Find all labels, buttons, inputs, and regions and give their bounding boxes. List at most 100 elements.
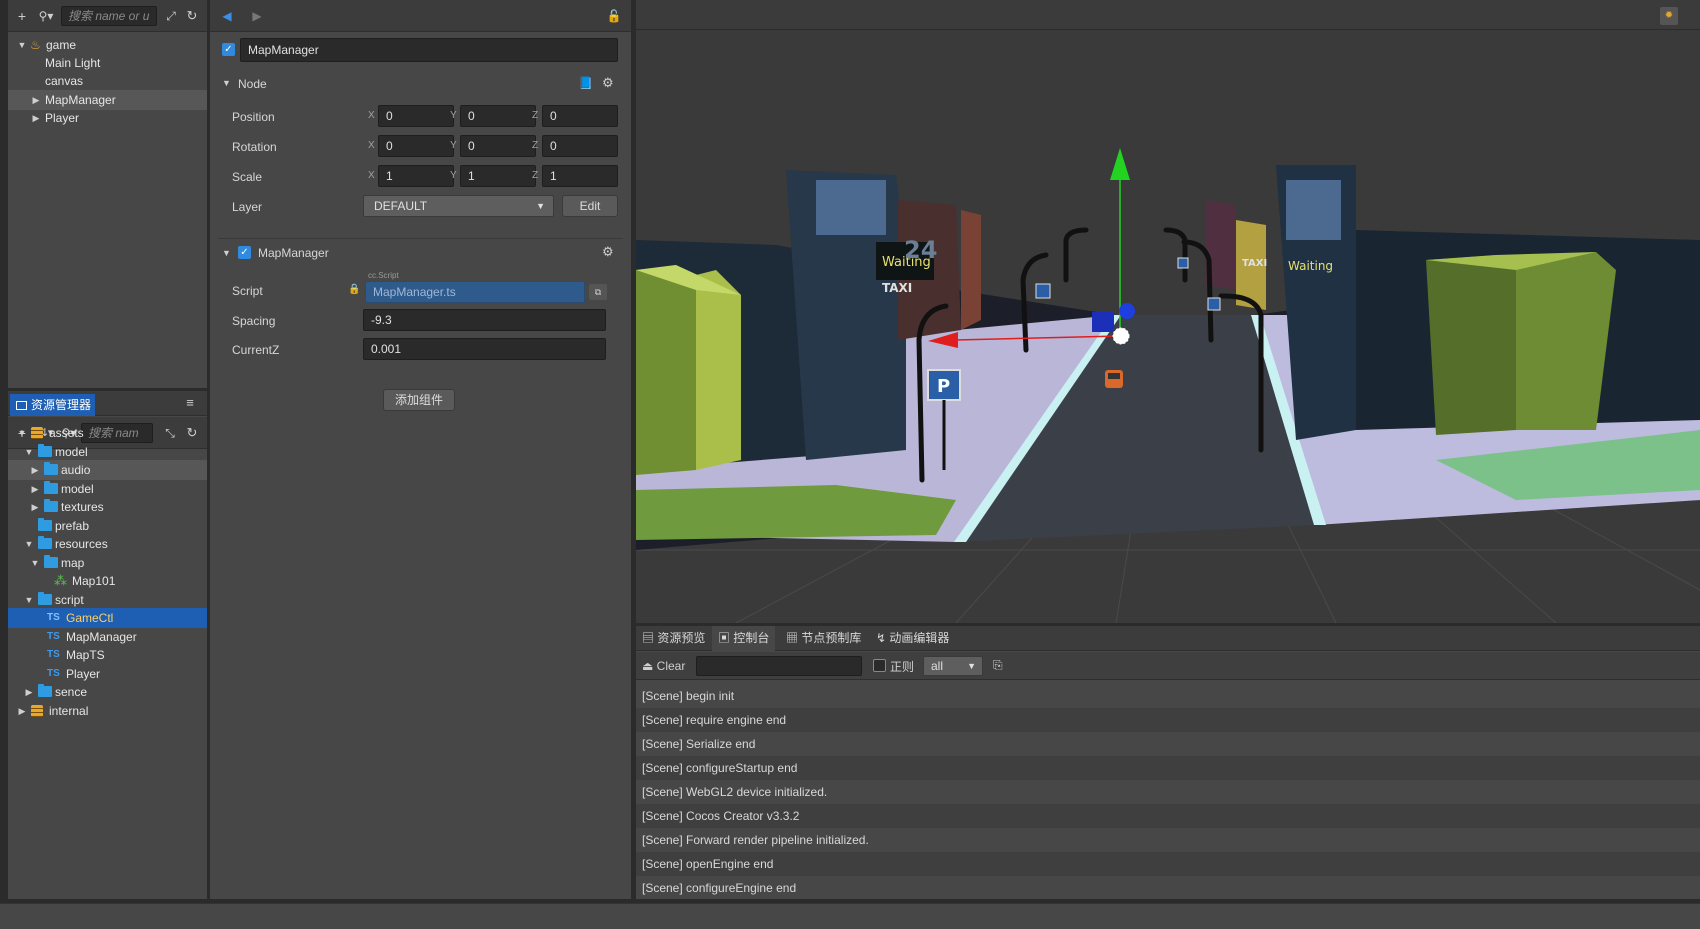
search-type-button[interactable]: ⚲▾ [35,7,57,25]
clear-button[interactable]: ⏏ Clear [642,657,685,675]
position-y-input[interactable]: 0 [460,105,536,127]
rotation-z-input[interactable]: 0 [542,135,618,157]
tree-item-game[interactable]: ▼ ♨ game [8,35,207,55]
gizmo-z-arrow[interactable] [1119,303,1135,319]
asset-item-internal[interactable]: ▶ internal [8,701,207,721]
car-window [1108,373,1120,379]
scene-viewport[interactable]: Waiting TAXI 24 Waiting TAXI P [636,30,1700,623]
position-x-input[interactable]: 0 [378,105,454,127]
console-panel: ▤ 资源预览 ▣ 控制台 ▦ 节点预制库 ↯ 动画编辑器 ⏏ Clear 正则 … [636,626,1700,899]
collapse-arrow-icon[interactable]: ▶ [29,479,41,499]
asset-item-label: Map101 [72,574,116,588]
tree-item-canvas[interactable]: canvas [8,71,207,91]
axis-y-label: Y [450,170,457,181]
asset-item-mapmanager[interactable]: TS MapManager [8,627,207,647]
asset-item-sence[interactable]: ▶ sence [8,682,207,702]
expand-arrow-icon[interactable]: ▼ [16,35,28,55]
section-arrow-icon[interactable]: ▼ [222,78,231,88]
section-arrow-icon[interactable]: ▼ [222,248,231,258]
hierarchy-search-input[interactable]: 搜索 name or u [61,6,157,26]
scale-z-input[interactable]: 1 [542,165,618,187]
asset-item-model[interactable]: ▼ model [8,442,207,462]
expand-all-icon[interactable]: ⤢ [162,7,180,25]
back-arrow-icon[interactable]: ◀ [218,7,236,25]
left-building-small [961,210,981,330]
expand-arrow-icon[interactable]: ▼ [16,423,28,443]
regex-checkbox[interactable] [873,659,886,672]
asset-item-model-sub[interactable]: ▶ model [8,479,207,499]
asset-item-label: assets [49,426,84,440]
tree-item-mapmanager[interactable]: ▶ MapManager [8,90,207,110]
gear-icon[interactable]: ⚙ [602,244,614,260]
refresh-icon[interactable]: ↻ [183,7,201,25]
layer-edit-button[interactable]: Edit [562,195,618,217]
expand-arrow-icon[interactable]: ▼ [29,553,41,573]
scene-settings-icon[interactable]: ✹ [1660,7,1678,25]
collapse-arrow-icon[interactable]: ▶ [29,460,41,480]
node-active-checkbox[interactable]: ✓ [222,43,235,56]
tab-node-library[interactable]: ▦ 节点预制库 [780,626,867,651]
asset-item-script[interactable]: ▼ script [8,590,207,610]
asset-item-gamectl[interactable]: TS GameCtl [8,608,207,628]
gear-icon[interactable]: ⚙ [602,75,614,91]
expand-arrow-icon[interactable]: ▼ [23,590,35,610]
collapse-arrow-icon[interactable]: ▶ [23,682,35,702]
asset-item-map101[interactable]: ⁂ Map101 [8,571,207,591]
lock-icon[interactable]: 🔓 [605,7,623,25]
layer-label: Layer [232,200,263,214]
tab-label: 节点预制库 [801,631,862,645]
copy-log-icon[interactable]: ⎘ [993,658,1003,673]
asset-manager-tab[interactable]: 资源管理器 [10,394,96,416]
tree-item-main-light[interactable]: Main Light [8,53,207,73]
collapse-arrow-icon[interactable]: ▶ [30,108,42,128]
asset-item-assets[interactable]: ▼ assets [8,423,207,443]
tree-item-player[interactable]: ▶ Player [8,108,207,128]
gizmo-z-handle[interactable] [1092,312,1114,332]
typescript-icon: TS [47,612,60,623]
component-enabled-checkbox[interactable]: ✓ [238,246,251,259]
asset-item-prefab[interactable]: prefab [8,516,207,536]
script-label: Script [232,284,263,298]
asset-item-map[interactable]: ▼ map [8,553,207,573]
rotation-y-input[interactable]: 0 [460,135,536,157]
tab-animation-editor[interactable]: ↯ 动画编辑器 [870,626,955,651]
asset-item-textures[interactable]: ▶ textures [8,497,207,517]
add-component-button[interactable]: 添加组件 [383,389,455,411]
tree-item-label: MapManager [45,93,116,107]
locate-asset-icon[interactable]: ⧉ [589,284,607,300]
menu-icon[interactable]: ≡ [181,394,199,412]
parking-sign [1035,283,1051,299]
gizmo-center[interactable] [1112,327,1130,345]
folder-icon [38,684,52,697]
currentz-input[interactable]: 0.001 [363,338,606,360]
console-filter-input[interactable] [696,656,862,676]
expand-arrow-icon[interactable]: ▼ [23,442,35,462]
asset-item-audio[interactable]: ▶ audio [8,460,207,480]
axis-y-label: Y [450,140,457,151]
tab-asset-preview[interactable]: ▤ 资源预览 [636,626,711,651]
layer-select[interactable]: DEFAULT ▼ [363,195,554,217]
gizmo-y-arrow[interactable] [1110,148,1130,180]
help-book-icon[interactable]: 📘 [578,76,593,90]
typescript-icon: TS [47,631,60,642]
node-name-input[interactable]: MapManager [240,38,618,62]
asset-item-resources[interactable]: ▼ resources [8,534,207,554]
collapse-arrow-icon[interactable]: ▶ [30,90,42,110]
scale-x-input[interactable]: 1 [378,165,454,187]
script-asset-field[interactable]: MapManager.ts [365,281,585,303]
add-node-button[interactable]: + [13,7,31,25]
asset-item-mapts[interactable]: TS MapTS [8,645,207,665]
rotation-x-input[interactable]: 0 [378,135,454,157]
scene-toolbar: ✹ [636,0,1700,30]
tab-console[interactable]: ▣ 控制台 [712,626,776,651]
scale-y-input[interactable]: 1 [460,165,536,187]
log-level-select[interactable]: all ▼ [923,656,983,676]
expand-arrow-icon[interactable]: ▼ [23,534,35,554]
asset-item-player[interactable]: TS Player [8,664,207,684]
collapse-arrow-icon[interactable]: ▶ [16,701,28,721]
forward-arrow-icon[interactable]: ▶ [248,7,266,25]
position-z-input[interactable]: 0 [542,105,618,127]
folder-icon [44,499,58,512]
collapse-arrow-icon[interactable]: ▶ [29,497,41,517]
spacing-input[interactable]: -9.3 [363,309,606,331]
